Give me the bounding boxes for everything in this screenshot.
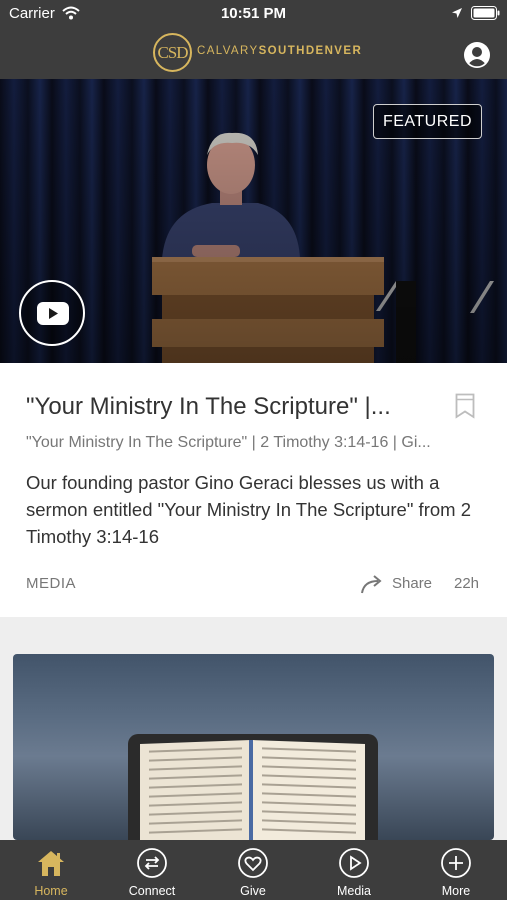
youtube-play-icon[interactable]: [19, 280, 85, 346]
heart-icon: [238, 848, 268, 878]
featured-video[interactable]: FEATURED: [0, 79, 507, 363]
tab-home[interactable]: Home: [1, 840, 101, 900]
play-circle-icon: [339, 848, 369, 878]
battery-icon: [471, 6, 500, 20]
logo-text-bold: SOUTHDENVER: [258, 45, 363, 57]
home-icon: [38, 851, 64, 876]
tab-label-more: More: [441, 884, 471, 898]
share-label: Share: [392, 575, 433, 592]
card-time: 22h: [454, 575, 480, 592]
card-title[interactable]: "Your Ministry In The Scripture" |...: [26, 393, 426, 421]
tab-label-connect: Connect: [128, 884, 176, 898]
bookmark-icon[interactable]: [455, 393, 475, 419]
logo-text-light: CALVARY: [197, 45, 259, 57]
card-category: MEDIA: [26, 575, 77, 592]
tab-bar: Home Connect Give Media More: [0, 840, 507, 900]
status-time: 10:51 PM: [220, 5, 287, 22]
share-arrow-icon: [361, 575, 382, 594]
app-header: CSD CALVARYSOUTHDENVER: [0, 26, 507, 79]
location-arrow-icon: [452, 8, 462, 18]
bible-page-right: [253, 740, 365, 840]
card-description: Our founding pastor Gino Geraci blesses …: [26, 472, 471, 547]
logo-badge: CSD: [153, 33, 192, 72]
plus-circle-icon: [441, 848, 471, 878]
tab-label-media: Media: [336, 884, 372, 898]
content-card-image[interactable]: [13, 654, 494, 840]
tab-label-give: Give: [240, 884, 266, 898]
featured-badge: FEATURED: [373, 104, 482, 139]
featured-card[interactable]: "Your Ministry In The Scripture" |... "Y…: [0, 363, 507, 617]
connect-icon: [137, 848, 167, 878]
card-subtitle: "Your Ministry In The Scripture" | 2 Tim…: [26, 434, 431, 451]
logo-text: CALVARYSOUTHDENVER: [197, 45, 362, 57]
tab-more[interactable]: More: [406, 840, 506, 900]
tab-connect[interactable]: Connect: [102, 840, 202, 900]
bible-page-left: [140, 740, 251, 840]
tab-give[interactable]: Give: [203, 840, 303, 900]
status-bar: Carrier 10:51 PM: [0, 0, 507, 26]
tab-label-home: Home: [34, 884, 68, 898]
user-icon[interactable]: [463, 41, 491, 69]
bible-ribbon: [249, 740, 253, 840]
tab-media[interactable]: Media: [304, 840, 404, 900]
